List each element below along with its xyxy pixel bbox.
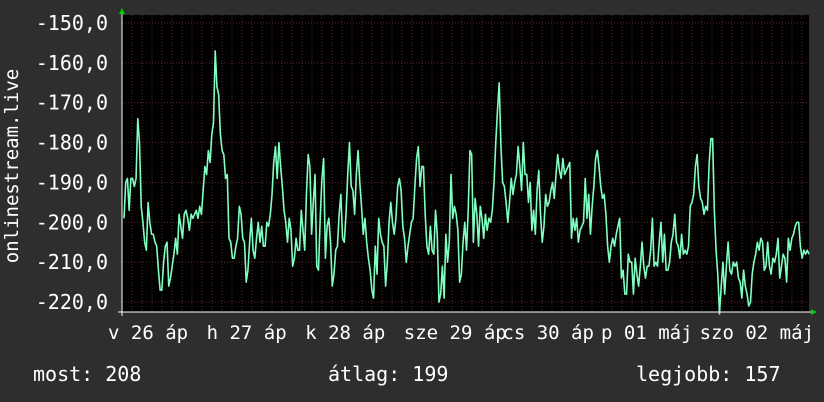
x-tick-label: h 27 áp bbox=[207, 322, 287, 344]
y-tick-label: -180,0 bbox=[36, 131, 108, 155]
y-tick-label: -200,0 bbox=[36, 210, 108, 234]
y-tick-label: -220,0 bbox=[36, 290, 108, 314]
y-tick-label: -160,0 bbox=[36, 51, 108, 75]
best-stat: legjobb: 157 bbox=[636, 362, 781, 386]
best-stat-text: legjobb: 157 bbox=[636, 362, 781, 386]
y-tick-label: -210,0 bbox=[36, 250, 108, 274]
x-tick-label: szo 02 máj bbox=[700, 322, 814, 344]
x-tick-label: k 28 áp bbox=[305, 322, 385, 344]
chart-panel: -150,0 -160,0 -170,0 -180,0 -190,0 -200,0 -210… bbox=[0, 0, 824, 402]
x-tick-label: sze 29 áp bbox=[404, 322, 507, 344]
x-tick-label: p 01 máj bbox=[601, 322, 693, 344]
average-stat-text: átlag: 199 bbox=[328, 362, 449, 386]
x-tick-labels: v 26 áp h 27 áp k 28 áp sze 29 ápcs 30 áp p … bbox=[108, 322, 814, 344]
current-stat: most: 208 bbox=[33, 362, 141, 386]
y-tick-label: -170,0 bbox=[36, 91, 108, 115]
x-axis-arrow-icon bbox=[811, 309, 817, 315]
x-tick-label: v 26 áp bbox=[108, 322, 188, 344]
x-tick-label: cs 30 áp bbox=[502, 322, 594, 344]
y-tick-label: -150,0 bbox=[36, 11, 108, 35]
line-chart: -150,0 -160,0 -170,0 -180,0 -190,0 -200,0 -210… bbox=[1, 8, 817, 344]
y-axis-arrow-icon bbox=[119, 8, 125, 14]
current-stat-text: most: 208 bbox=[33, 362, 142, 386]
y-tick-labels: -150,0 -160,0 -170,0 -180,0 -190,0 -200,0 -210… bbox=[36, 11, 108, 314]
y-axis-label: onlinestream.live bbox=[1, 69, 23, 263]
average-stat: átlag: 199 bbox=[328, 362, 448, 386]
y-tick-label: -190,0 bbox=[36, 170, 108, 194]
